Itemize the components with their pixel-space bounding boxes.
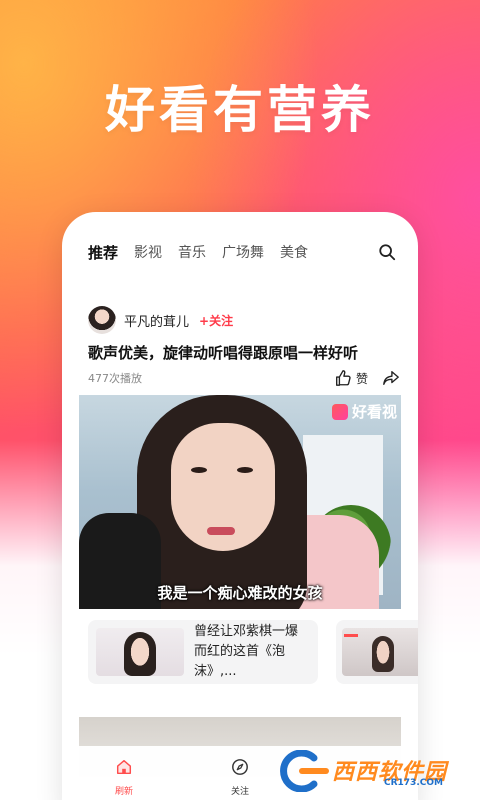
tab-recommend[interactable]: 推荐 [88, 242, 118, 263]
category-tabs: 推荐 影视 音乐 广场舞 美食 [88, 238, 396, 266]
play-count: 477次播放 [88, 372, 142, 385]
tab-food[interactable]: 美食 [280, 242, 308, 262]
recommendation-card[interactable] [336, 620, 418, 684]
video-person-eye [191, 467, 207, 473]
tab-square-dance[interactable]: 广场舞 [222, 242, 264, 262]
video-person-lips [207, 527, 235, 535]
avatar[interactable] [88, 306, 116, 334]
video-watermark-logo: 好看视 [331, 401, 397, 422]
hero-title: 好看有营养 [105, 81, 375, 139]
watermark-subtext: CR173.COM [384, 778, 443, 788]
home-icon [116, 759, 132, 775]
thumbs-up-icon[interactable] [334, 369, 352, 387]
recommendation-card[interactable]: 曾经让邓紫棋一爆而红的这首《泡沫》,... [88, 620, 318, 684]
thumbnail-person [124, 632, 156, 676]
tab-film[interactable]: 影视 [134, 242, 162, 262]
video-person-eye [237, 467, 253, 473]
compass-icon [232, 759, 248, 775]
video-title[interactable]: 歌声优美，旋律动听唱得跟原唱一样好听 [88, 342, 400, 363]
nav-label: 刷新 [114, 787, 133, 797]
search-icon[interactable] [378, 243, 396, 261]
recommendation-thumbnail[interactable] [342, 628, 418, 676]
site-watermark: 西西软件园 CR173.COM [274, 748, 474, 794]
follow-button[interactable]: +关注 [199, 312, 233, 329]
haokan-logo-icon [331, 403, 348, 420]
like-label[interactable]: 赞 [356, 370, 368, 387]
recommendation-row: 曾经让邓紫棋一爆而红的这首《泡沫》,... [88, 620, 418, 684]
video-actions: 赞 [334, 369, 400, 387]
author-name[interactable]: 平凡的茸儿 [124, 311, 189, 330]
nav-item-refresh[interactable]: 刷新 [104, 758, 144, 797]
recommendation-title[interactable]: 曾经让邓紫棋一爆而红的这首《泡沫》,... [194, 622, 308, 682]
phone-frame: 推荐 影视 音乐 广场舞 美食 平凡的茸儿 +关注 歌声优美，旋律动听唱得跟原唱… [62, 212, 418, 800]
video-meta: 477次播放 赞 [88, 368, 400, 388]
video-logo-text: 好看视 [351, 403, 397, 421]
recommendation-thumbnail[interactable] [96, 628, 184, 676]
thumbnail-person [372, 636, 394, 672]
watermark-logo-icon [280, 750, 329, 792]
tab-music[interactable]: 音乐 [178, 242, 206, 262]
video-player[interactable]: 好看视 我是一个痴心难改的女孩 [79, 395, 401, 609]
author-row: 平凡的茸儿 +关注 [88, 306, 233, 334]
video-subtitle: 我是一个痴心难改的女孩 [157, 584, 323, 602]
nav-item-follow[interactable]: 关注 [220, 758, 260, 797]
thumbnail-accent [344, 634, 358, 637]
nav-label: 关注 [230, 787, 249, 797]
share-icon[interactable] [382, 369, 400, 387]
